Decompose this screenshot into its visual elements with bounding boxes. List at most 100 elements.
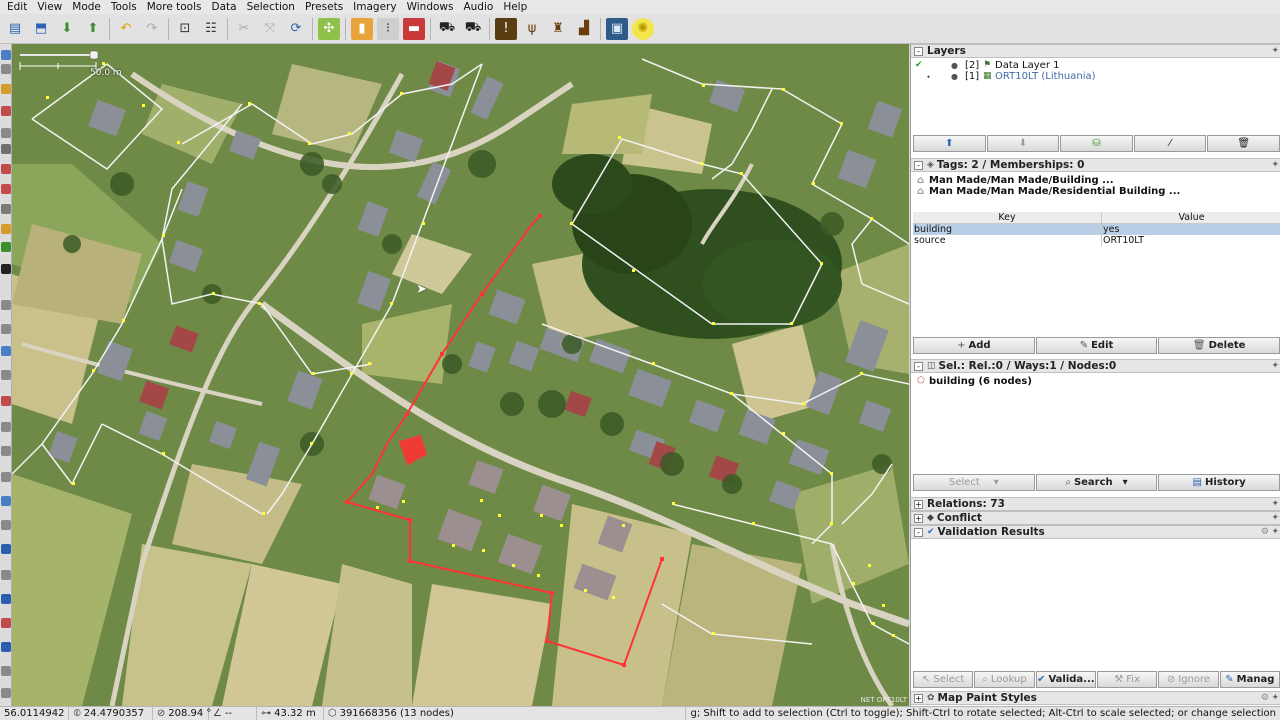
menu-help[interactable]: Help xyxy=(498,0,532,14)
toggle-dialog-icon[interactable] xyxy=(1,688,11,698)
delete-tag-button[interactable]: 🗑 Delete xyxy=(1158,337,1280,354)
toggle-dialog-icon[interactable] xyxy=(1,324,11,334)
eye-icon[interactable]: ● xyxy=(951,60,958,71)
castle-icon[interactable]: ♜ xyxy=(547,18,569,40)
history-button[interactable]: ▤ History xyxy=(1158,474,1280,491)
fork-icon[interactable]: ψ xyxy=(521,18,543,40)
pin-icon[interactable]: ✦ xyxy=(1271,513,1279,523)
toggle-dialog-icon[interactable] xyxy=(1,496,11,506)
lasso-tool-icon[interactable] xyxy=(1,144,11,154)
wireframe-icon[interactable]: ✣ xyxy=(318,17,340,40)
add-tag-button[interactable]: + Add xyxy=(913,337,1035,354)
visible-check-icon[interactable]: ✔ xyxy=(915,60,923,71)
table-row[interactable]: building yes xyxy=(913,224,1280,235)
upload-icon[interactable]: ⬆ xyxy=(82,18,104,40)
menu-audio[interactable]: Audio xyxy=(458,0,498,14)
collapse-toggle[interactable]: - xyxy=(914,46,923,56)
ignore-button[interactable]: ⊘ Ignore xyxy=(1158,671,1219,688)
menu-data[interactable]: Data xyxy=(206,0,241,14)
conflict-dialog-header[interactable]: + ◆ Conflict ✦ xyxy=(911,511,1280,525)
tag-key[interactable]: building xyxy=(913,224,1102,235)
map-view[interactable]: 50.0 m ➤ NET ORT10LT xyxy=(12,44,909,706)
undo-icon[interactable]: ↶ xyxy=(115,18,137,40)
improve-way-tool-icon[interactable] xyxy=(1,204,11,214)
move-down-icon[interactable]: ⬇ xyxy=(986,135,1060,152)
cursor-tool-icon[interactable] xyxy=(1,264,11,274)
dropdown-arrow-icon[interactable]: ▾ xyxy=(994,477,999,488)
select-tool-icon[interactable] xyxy=(1,50,11,60)
validate-button[interactable]: ✔ Valida... xyxy=(1035,671,1096,688)
draw-tool-icon[interactable] xyxy=(1,84,11,94)
traffic-light-icon[interactable]: ⁝ xyxy=(377,17,399,40)
toggle-dialog-icon[interactable] xyxy=(1,666,11,676)
edit-tag-button[interactable]: ✎ Edit xyxy=(1035,337,1158,354)
relations-dialog-header[interactable]: + Relations: 73 ✦ xyxy=(911,497,1280,511)
pin-icon[interactable]: ✦ xyxy=(1271,46,1279,56)
collapse-toggle[interactable]: - xyxy=(914,361,923,371)
selection-dialog-header[interactable]: - ◫ Sel.: Rel.:0 / Ways:1 / Nodes:0 ✦ xyxy=(911,359,1280,373)
toggle-dialog-icon[interactable] xyxy=(1,422,11,432)
toggle-dialog-icon[interactable] xyxy=(1,370,11,380)
toggle-dialog-icon[interactable] xyxy=(1,396,11,406)
sun-icon[interactable]: ✺ xyxy=(632,17,654,40)
key-column-header[interactable]: Key xyxy=(913,212,1102,223)
move-tool-icon[interactable] xyxy=(1,64,11,74)
toggle-dialog-icon[interactable] xyxy=(1,642,11,652)
move-up-icon[interactable]: ⬆ xyxy=(913,135,986,152)
toggle-dialog-icon[interactable] xyxy=(1,446,11,456)
preferences-icon[interactable]: ☷ xyxy=(200,18,222,40)
tag-key[interactable]: source xyxy=(913,235,1102,246)
pin-icon[interactable]: ✦ xyxy=(1271,160,1279,170)
area-tool-icon[interactable] xyxy=(1,242,11,252)
square-icon[interactable]: ▣ xyxy=(606,17,628,40)
settings-icon[interactable]: ⚙ xyxy=(1261,527,1269,537)
table-row[interactable]: source ORT10LT xyxy=(913,235,1280,246)
pin-icon[interactable]: ✦ xyxy=(1271,527,1279,537)
dropdown-arrow-icon[interactable]: ▾ xyxy=(1123,477,1128,488)
menu-imagery[interactable]: Imagery xyxy=(348,0,401,14)
select-button[interactable]: Select ▾ xyxy=(913,474,1035,491)
menu-windows[interactable]: Windows xyxy=(402,0,459,14)
toggle-dialog-icon[interactable] xyxy=(1,618,11,628)
preset-link[interactable]: ⌂ Man Made/Man Made/Residential Building… xyxy=(911,186,1280,197)
value-column-header[interactable]: Value xyxy=(1102,212,1280,223)
toggle-dialog-icon[interactable] xyxy=(1,544,11,554)
tag-value[interactable]: yes xyxy=(1102,224,1280,235)
toggle-dialog-icon[interactable] xyxy=(1,520,11,530)
menu-view[interactable]: View xyxy=(32,0,67,14)
lookup-button[interactable]: ⌕ Lookup xyxy=(974,671,1035,688)
parallel-tool-icon[interactable] xyxy=(1,164,11,174)
expand-toggle[interactable]: + xyxy=(914,513,923,523)
list-item[interactable]: ⬠ building (6 nodes) xyxy=(911,376,1280,387)
search-button[interactable]: ⌕ Search ▾ xyxy=(1035,474,1158,491)
manage-ignore-button[interactable]: ✎ Manag xyxy=(1219,671,1280,688)
zoom-tool-icon[interactable] xyxy=(1,128,11,138)
validation-select-button[interactable]: ↖ Select xyxy=(913,671,974,688)
expand-toggle[interactable]: + xyxy=(914,499,923,509)
layer-row[interactable]: ⬩ ● [1] ▦ ORT10LT (Lithuania) xyxy=(911,71,1280,82)
expand-toggle[interactable]: + xyxy=(914,693,923,703)
pin-icon[interactable]: ▮ xyxy=(351,17,373,40)
menu-tools[interactable]: Tools xyxy=(106,0,142,14)
map-paint-dialog-header[interactable]: + ✿ Map Paint Styles ⚙ ✦ xyxy=(911,691,1280,705)
update-data-icon[interactable]: ⟳ xyxy=(285,18,307,40)
tags-dialog-header[interactable]: - ◈ Tags: 2 / Memberships: 0 ✦ xyxy=(911,158,1280,172)
menu-selection[interactable]: Selection xyxy=(242,0,300,14)
building-tool-icon[interactable] xyxy=(1,224,11,234)
download-icon[interactable]: ⬇ xyxy=(56,18,78,40)
car-front-icon[interactable]: ⛟ xyxy=(462,18,484,40)
pin-icon[interactable]: ✦ xyxy=(1271,361,1279,371)
toggle-dialog-icon[interactable] xyxy=(1,594,11,604)
toggle-dialog-icon[interactable] xyxy=(1,570,11,580)
pin-icon[interactable]: ✦ xyxy=(1271,499,1279,509)
validation-dialog-header[interactable]: - ✔ Validation Results ⚙ ✦ xyxy=(911,525,1280,539)
settings-icon[interactable]: ⚙ xyxy=(1261,693,1269,703)
layer-row[interactable]: ✔ ● [2] ⚑ Data Layer 1 xyxy=(911,60,1280,71)
open-icon[interactable]: ▤ xyxy=(4,18,26,40)
chart-icon[interactable]: ▟ xyxy=(573,18,595,40)
menu-presets[interactable]: Presets xyxy=(300,0,348,14)
menu-mode[interactable]: Mode xyxy=(67,0,106,14)
layers-dialog-header[interactable]: - Layers ✦ xyxy=(911,44,1280,58)
menu-more-tools[interactable]: More tools xyxy=(142,0,207,14)
toggle-dialog-icon[interactable] xyxy=(1,346,11,356)
